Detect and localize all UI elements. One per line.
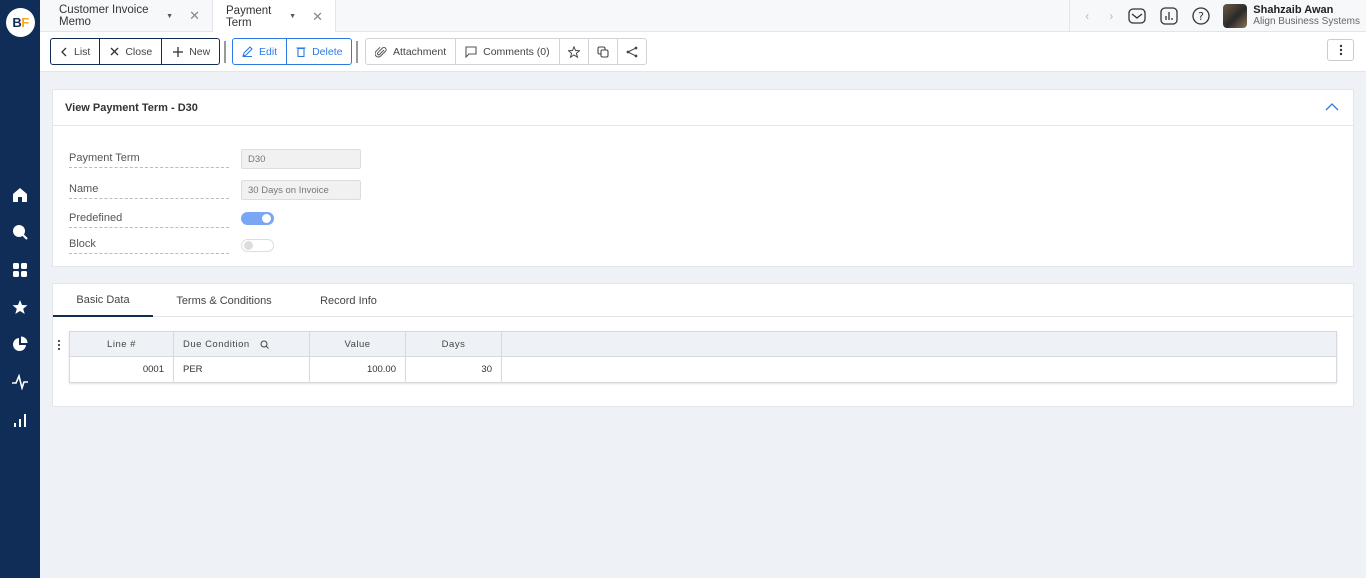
- block-label: Block: [69, 238, 229, 254]
- favorite-button[interactable]: [558, 39, 588, 64]
- nav-button-group: List Close New: [50, 38, 221, 65]
- block-toggle[interactable]: [241, 239, 274, 252]
- svg-text:?: ?: [1198, 10, 1204, 23]
- sidebar: BF: [0, 0, 40, 578]
- user-info[interactable]: Shahzaib Awan Align Business Systems: [1253, 4, 1360, 28]
- caret-down-icon[interactable]: ▼: [166, 13, 173, 20]
- column-header-value[interactable]: Value: [310, 332, 406, 356]
- home-icon[interactable]: [10, 185, 30, 205]
- app-logo[interactable]: BF: [6, 8, 35, 37]
- list-button[interactable]: List: [51, 39, 99, 64]
- name-field[interactable]: 30 Days on Invoice: [241, 180, 361, 200]
- vertical-dots-icon: [1339, 44, 1342, 56]
- detail-tabs: Basic Data Terms & Conditions Record Inf…: [53, 284, 1353, 317]
- toggle-knob: [244, 241, 253, 250]
- name-label: Name: [69, 183, 229, 199]
- column-header-line[interactable]: Line #: [70, 332, 174, 356]
- share-button[interactable]: [616, 39, 646, 64]
- chevron-up-icon[interactable]: [1325, 102, 1339, 114]
- predefined-toggle[interactable]: [241, 212, 274, 225]
- apps-grid-icon[interactable]: [10, 260, 30, 280]
- report-icon[interactable]: [1159, 6, 1179, 26]
- pager: ‹ ›: [1069, 0, 1123, 32]
- tab-terms-conditions[interactable]: Terms & Conditions: [169, 284, 279, 317]
- close-tab-icon[interactable]: ✕: [312, 9, 323, 25]
- data-grid: Line # Due Condition Value Days 0001 PER…: [69, 331, 1337, 383]
- new-button[interactable]: New: [161, 39, 219, 64]
- pie-chart-icon[interactable]: [10, 334, 30, 354]
- tab-record-info[interactable]: Record Info: [311, 284, 386, 317]
- activity-icon[interactable]: [10, 372, 30, 392]
- mail-icon[interactable]: [1127, 6, 1147, 26]
- detail-panel: Basic Data Terms & Conditions Record Inf…: [52, 283, 1354, 407]
- star-icon[interactable]: [10, 297, 30, 317]
- attachment-button[interactable]: Attachment: [366, 39, 455, 64]
- payment-term-label: Payment Term: [69, 152, 229, 168]
- search-icon: [260, 340, 269, 349]
- next-icon[interactable]: ›: [1109, 9, 1113, 23]
- star-outline-icon: [567, 45, 580, 58]
- table-row[interactable]: 0001 PER 100.00 30: [70, 357, 1336, 382]
- bar-chart-icon[interactable]: [10, 410, 30, 430]
- column-header-filler: [502, 332, 1336, 356]
- help-icon[interactable]: ?: [1191, 6, 1211, 26]
- duplicate-button[interactable]: [587, 39, 617, 64]
- share-icon: [626, 46, 638, 57]
- tab-customer-invoice-memo[interactable]: Customer Invoice Memo ▼ ✕: [40, 0, 213, 32]
- cell-value[interactable]: 100.00: [310, 357, 406, 382]
- toggle-knob: [262, 214, 271, 223]
- caret-down-icon[interactable]: ▼: [289, 13, 296, 20]
- top-bar: Customer Invoice Memo ▼ ✕ Payment Term ▼…: [40, 0, 1366, 33]
- grid-options-icon[interactable]: [57, 339, 61, 354]
- separator: [356, 41, 358, 63]
- payment-term-field[interactable]: D30: [241, 149, 361, 169]
- cell-days[interactable]: 30: [406, 357, 502, 382]
- edit-button-group: Edit Delete: [232, 38, 353, 65]
- column-header-days[interactable]: Days: [406, 332, 502, 356]
- copy-icon: [597, 45, 609, 58]
- header-panel: View Payment Term - D30 Payment Term D30…: [52, 89, 1354, 267]
- cell-line[interactable]: 0001: [70, 357, 174, 382]
- more-options-button[interactable]: [1327, 39, 1354, 61]
- grid-header: Line # Due Condition Value Days: [70, 332, 1336, 357]
- prev-icon[interactable]: ‹: [1085, 9, 1089, 23]
- edit-button[interactable]: Edit: [233, 39, 286, 64]
- cell-filler: [502, 357, 1336, 382]
- panel-title: View Payment Term - D30: [53, 90, 1353, 126]
- close-button[interactable]: Close: [99, 39, 161, 64]
- toolbar: List Close New Edit Delete Attachment Co…: [40, 32, 1366, 72]
- tab-basic-data[interactable]: Basic Data: [53, 284, 153, 317]
- column-header-due-condition[interactable]: Due Condition: [174, 332, 310, 356]
- cell-due-condition[interactable]: PER: [174, 357, 310, 382]
- tab-payment-term[interactable]: Payment Term ▼ ✕: [213, 0, 336, 33]
- actions-button-group: Attachment Comments (0): [365, 38, 647, 65]
- separator: [224, 41, 226, 63]
- comments-button[interactable]: Comments (0): [455, 39, 559, 64]
- delete-button[interactable]: Delete: [286, 39, 351, 64]
- search-icon[interactable]: [10, 222, 30, 242]
- predefined-label: Predefined: [69, 212, 229, 228]
- close-tab-icon[interactable]: ✕: [189, 8, 200, 24]
- avatar[interactable]: [1223, 4, 1248, 28]
